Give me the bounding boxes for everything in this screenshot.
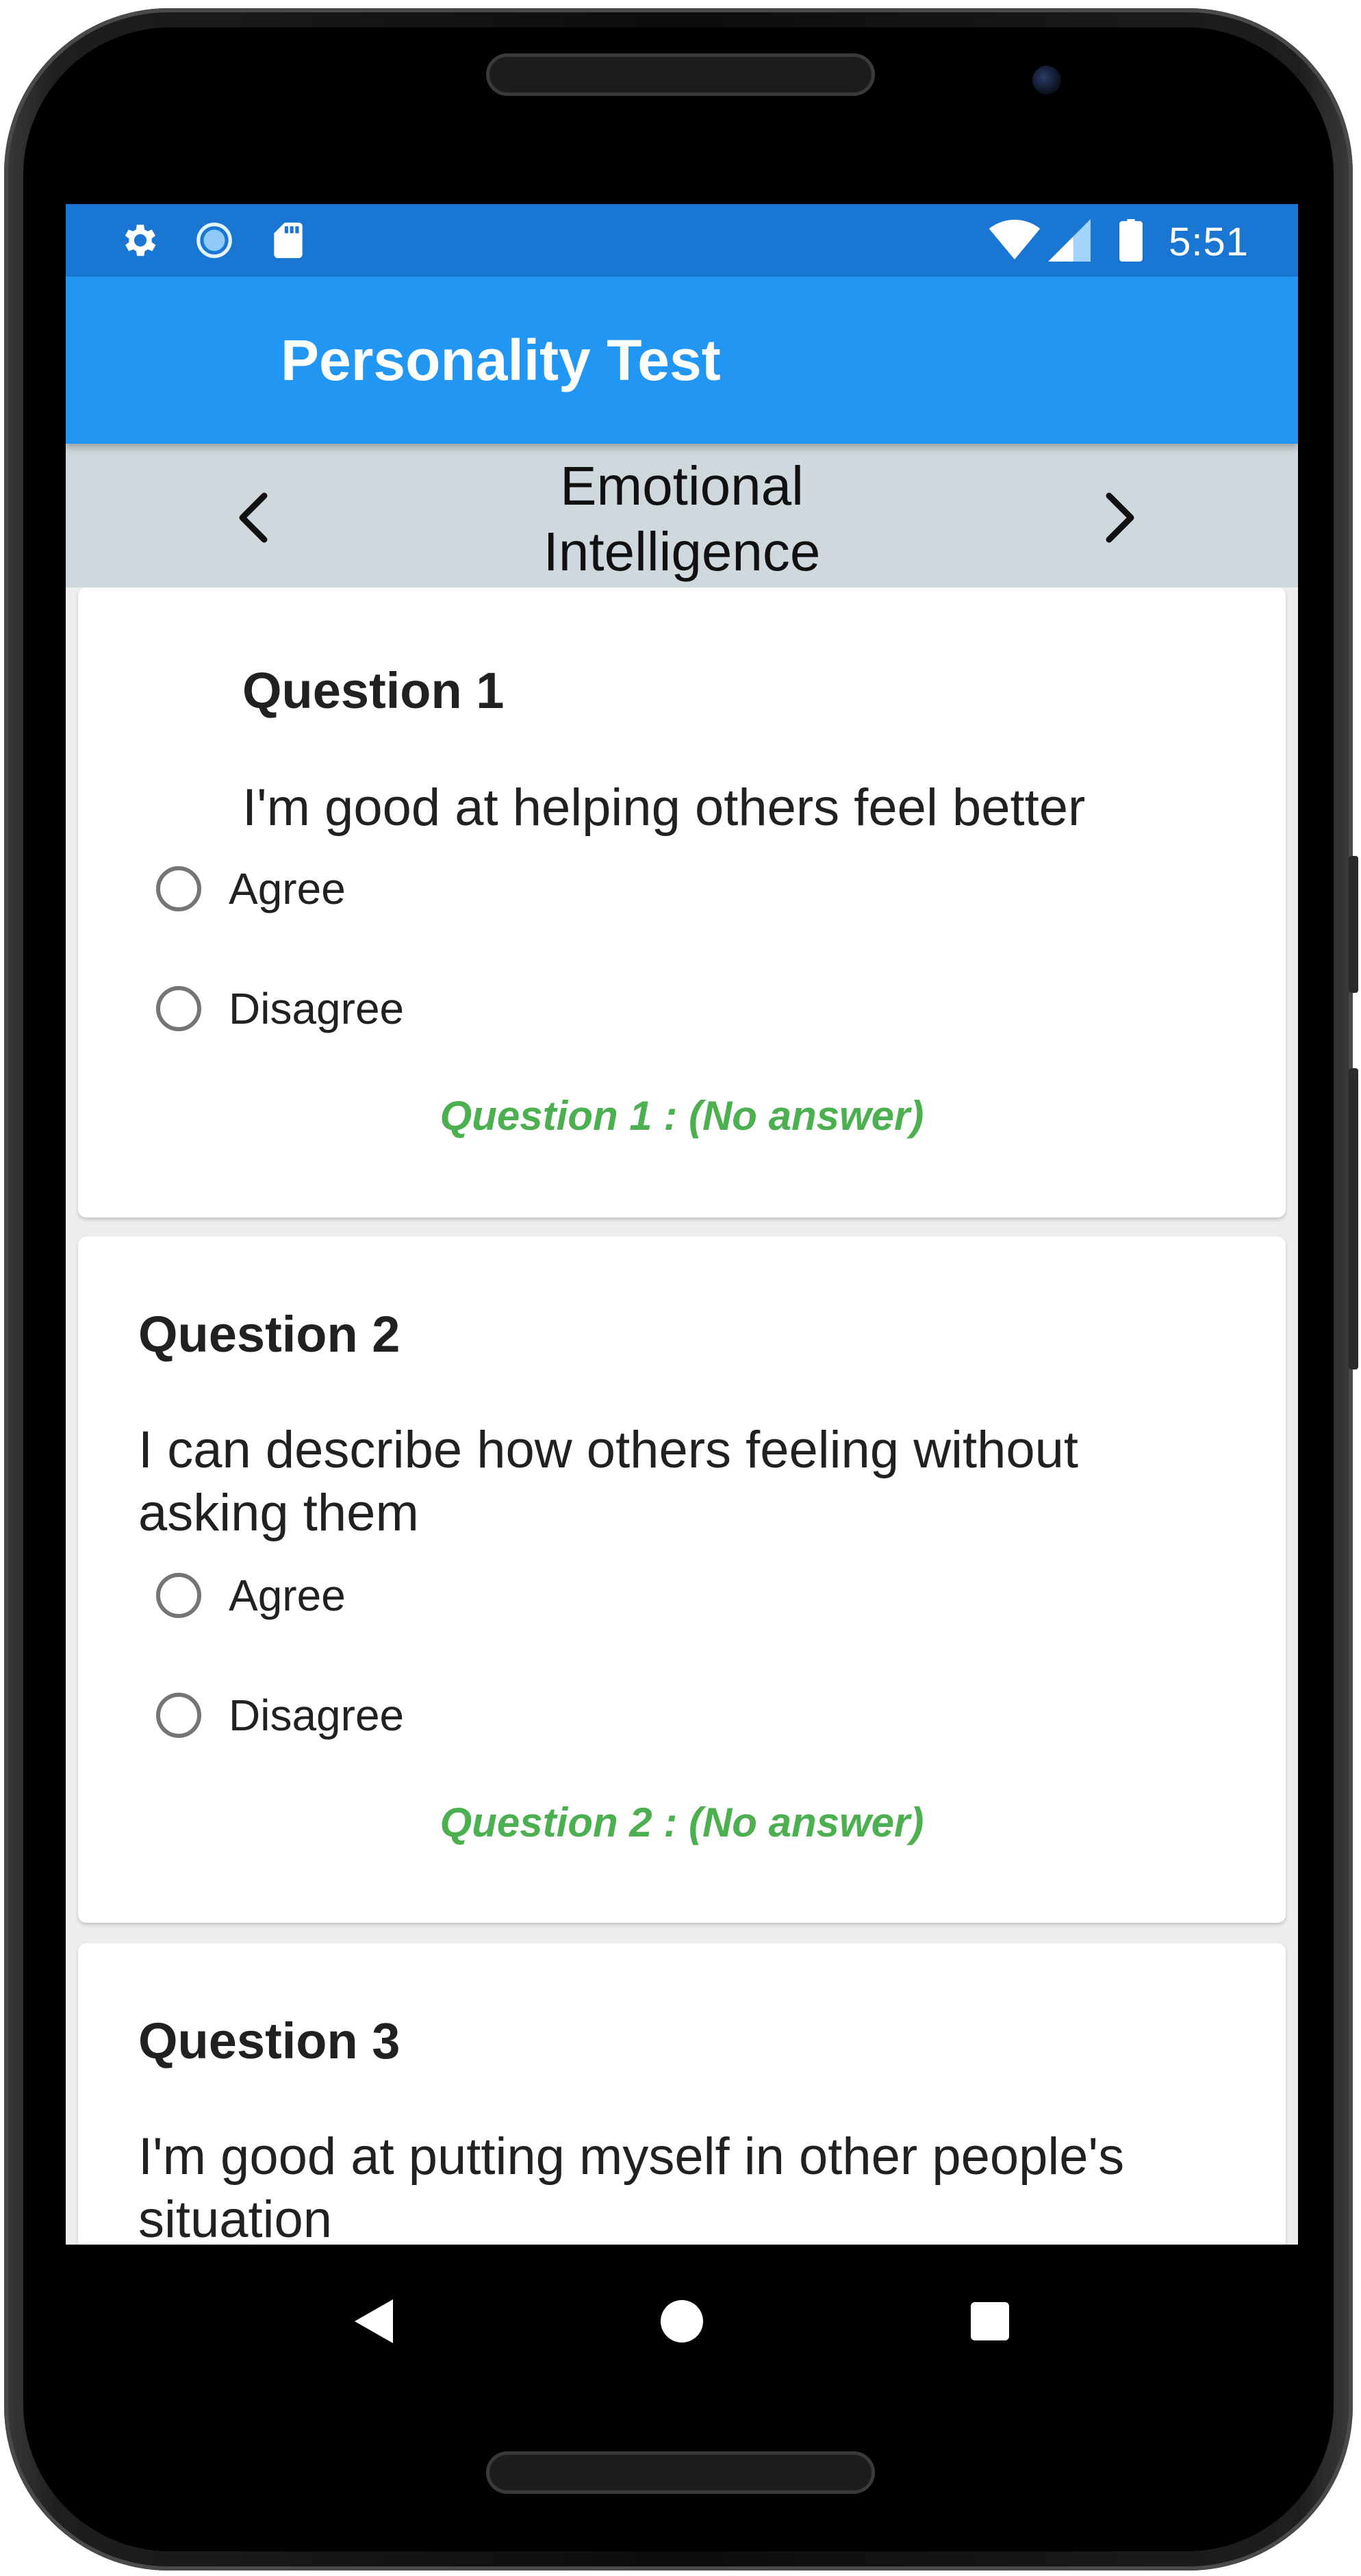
app-bar: Personality Test [66,277,1298,444]
chevron-left-icon[interactable] [218,483,286,552]
option-agree[interactable]: Agree [156,1558,346,1633]
screen: 5:51 Personality Test Emotional Intellig… [66,204,1298,2398]
gear-icon [119,219,162,265]
question-card: Question 2 I can describe how others fee… [78,1237,1286,1923]
answer-status: Question 1 : (No answer) [440,1093,924,1139]
back-icon[interactable] [340,2287,408,2356]
front-camera [1032,66,1061,94]
question-text: I'm good at putting myself in other peop… [138,2127,1125,2245]
radio-button[interactable] [156,1573,201,1618]
radio-button[interactable] [156,866,201,911]
option-label: Disagree [229,984,405,1033]
question-card: Question 3 I'm good at putting myself in… [78,1943,1286,2245]
home-icon[interactable] [648,2287,716,2356]
option-disagree[interactable]: Disagree [156,971,404,1046]
category-title-line1: Emotional [560,455,804,516]
system-nav-bar [66,2245,1298,2398]
earpiece-speaker [486,53,875,96]
app-title: Personality Test [281,328,721,392]
bottom-speaker [486,2451,875,2494]
question-title: Question 2 [138,1306,400,1363]
question-text: I can describe how others feeling withou… [138,1421,1079,1542]
category-nav: Emotional Intelligence [66,444,1298,588]
category-title-line2: Intelligence [543,521,821,582]
question-card: Question 1 I'm good at helping others fe… [78,588,1286,1217]
sync-icon [193,219,236,265]
sd-card-icon [267,219,309,265]
question-text: I'm good at helping others feel better [242,779,1086,837]
option-disagree[interactable]: Disagree [156,1678,404,1753]
radio-button[interactable] [156,986,201,1031]
question-list[interactable]: Question 1 I'm good at helping others fe… [66,588,1298,2245]
battery-icon [1117,219,1145,265]
status-time: 5:51 [1169,220,1249,264]
radio-button[interactable] [156,1693,201,1738]
answer-status: Question 2 : (No answer) [440,1800,924,1845]
question-title: Question 3 [138,2012,400,2069]
recents-icon[interactable] [956,2287,1024,2356]
question-title: Question 1 [242,662,505,719]
option-agree[interactable]: Agree [156,851,346,926]
wifi-icon [989,219,1041,265]
volume-button [1349,1068,1358,1369]
option-label: Agree [229,1571,346,1620]
status-bar: 5:51 [66,204,1298,277]
chevron-right-icon[interactable] [1087,483,1156,552]
option-label: Disagree [229,1691,405,1740]
power-button [1349,856,1358,993]
signal-icon [1047,219,1091,265]
option-label: Agree [229,864,346,913]
category-title: Emotional Intelligence [408,453,956,585]
